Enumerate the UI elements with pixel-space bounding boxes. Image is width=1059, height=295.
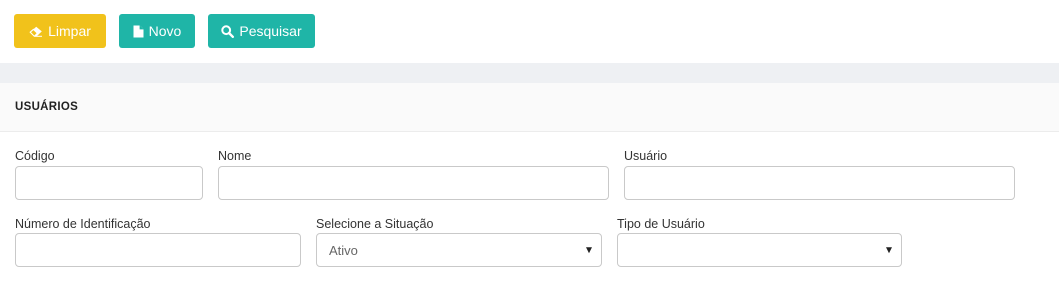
numero-identificacao-input[interactable] [15,233,301,267]
eraser-icon [29,26,43,37]
usuario-input[interactable] [624,166,1015,200]
caret-down-icon [886,247,892,254]
nome-label: Nome [218,149,252,163]
situacao-select[interactable]: Ativo [316,233,602,267]
new-button[interactable]: Novo [119,14,195,48]
clear-button-label: Limpar [48,23,91,39]
codigo-label: Código [15,149,55,163]
tipo-usuario-label: Tipo de Usuário [617,217,705,231]
tipo-usuario-select[interactable] [617,233,902,267]
panel-header: USUÁRIOS [0,83,1059,132]
usuario-label: Usuário [624,149,668,163]
new-button-label: Novo [148,23,182,39]
caret-down-icon [586,247,592,254]
panel-title: USUÁRIOS [15,101,79,113]
search-button-label: Pesquisar [239,23,302,39]
codigo-input[interactable] [15,166,203,200]
nome-input[interactable] [218,166,609,200]
search-icon [221,24,235,38]
search-button[interactable]: Pesquisar [208,14,315,48]
clear-button[interactable]: Limpar [14,14,106,48]
toolbar: Limpar Novo Pesquisar [0,0,1059,63]
situacao-selected-value: Ativo [329,242,358,258]
section-divider [0,63,1059,83]
file-icon [133,25,144,38]
situacao-label: Selecione a Situação [316,217,434,231]
search-form: Código Nome Usuário Número de Identifica… [0,132,1059,295]
numero-identificacao-label: Número de Identificação [15,217,151,231]
